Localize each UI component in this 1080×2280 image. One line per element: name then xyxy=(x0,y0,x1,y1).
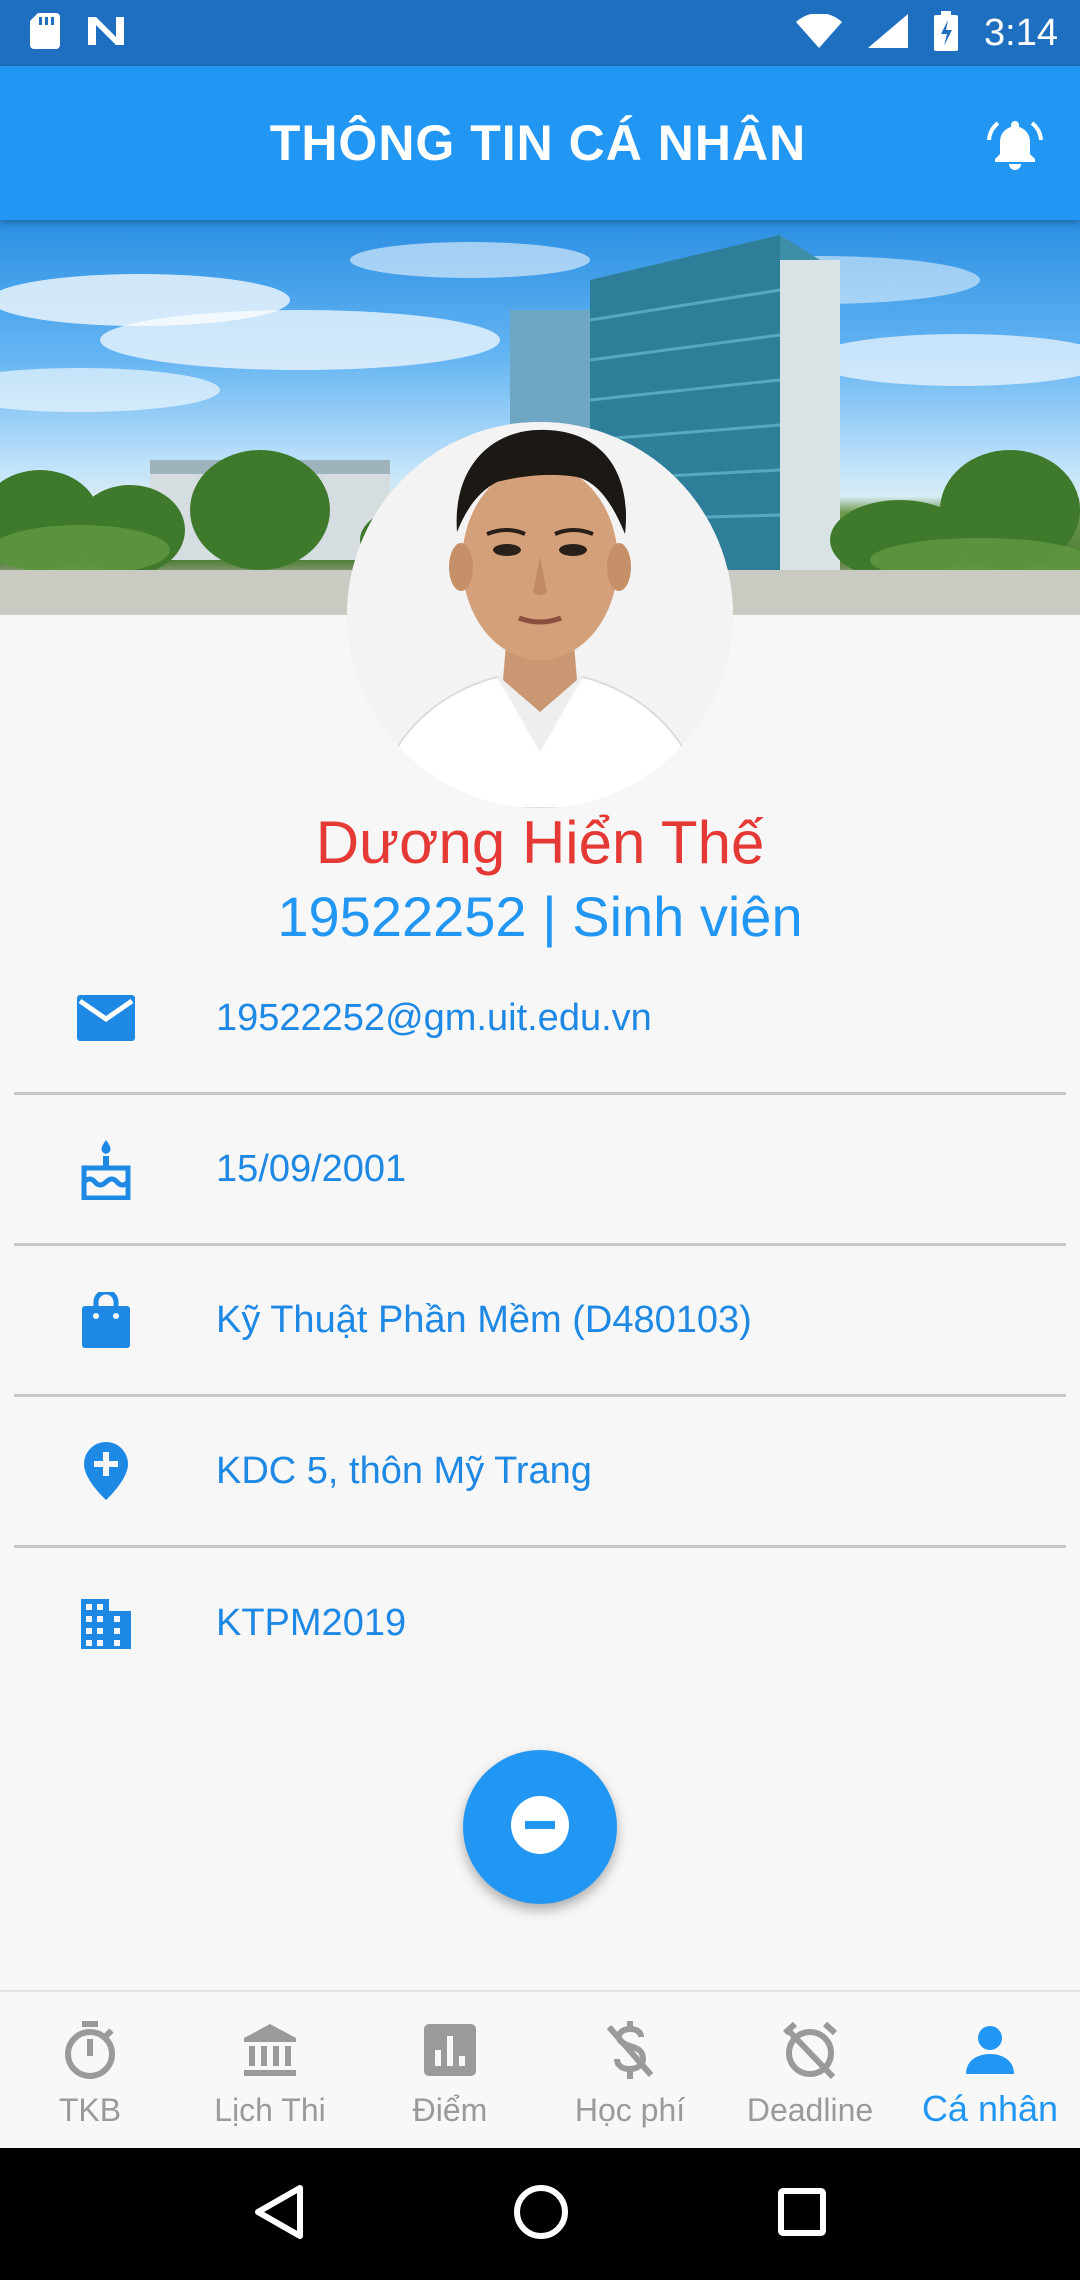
fab-button[interactable] xyxy=(463,1750,617,1904)
status-bar: 3:14 xyxy=(0,0,1080,66)
chart-icon xyxy=(424,2020,476,2080)
info-row-address: KDC 5, thôn Mỹ Trang xyxy=(14,1397,1066,1548)
student-name: Dương Hiển Thế xyxy=(315,809,765,876)
shopping-bag-icon xyxy=(0,1292,212,1348)
info-row-birthday: 15/09/2001 xyxy=(14,1095,1066,1246)
bank-icon xyxy=(242,2020,298,2080)
bell-ring-icon xyxy=(986,115,1044,176)
battery-charging-icon xyxy=(934,10,959,56)
email-icon xyxy=(0,995,212,1041)
nav-label-lich-thi: Lịch Thi xyxy=(214,2092,326,2128)
avatar[interactable] xyxy=(347,422,733,808)
major-text: Kỹ Thuật Phần Mềm (D480103) xyxy=(216,1298,752,1341)
birthday-text: 15/09/2001 xyxy=(216,1147,407,1190)
nav-item-lich-thi[interactable]: Lịch Thi xyxy=(180,1992,360,2148)
alarm-off-icon xyxy=(781,2020,839,2080)
person-icon xyxy=(966,2020,1014,2080)
system-navigation-bar xyxy=(0,2148,1080,2280)
status-time: 3:14 xyxy=(984,11,1058,54)
nav-item-tkb[interactable]: TKB xyxy=(0,1992,180,2148)
nav-label-diem: Điểm xyxy=(412,2092,488,2128)
class-text: KTPM2019 xyxy=(216,1602,407,1644)
nav-item-ca-nhan[interactable]: Cá nhân xyxy=(900,1992,1080,2148)
nav-item-deadline[interactable]: Deadline xyxy=(720,1992,900,2148)
student-id-role: 19522252 | Sinh viên xyxy=(277,885,803,948)
notification-button[interactable] xyxy=(980,110,1050,180)
recents-icon[interactable] xyxy=(777,2187,826,2241)
stopwatch-icon xyxy=(63,2020,117,2080)
back-icon[interactable] xyxy=(254,2184,304,2245)
cake-icon xyxy=(0,1138,212,1200)
info-row-major: Kỹ Thuật Phần Mềm (D480103) xyxy=(14,1246,1066,1397)
money-off-icon xyxy=(605,2020,655,2080)
app-bar: THÔNG TIN CÁ NHÂN xyxy=(0,66,1080,220)
minus-circle-icon xyxy=(510,1795,570,1860)
signal-icon xyxy=(868,13,909,53)
add-location-icon xyxy=(0,1442,212,1500)
bottom-navigation: TKB Lịch Thi Điểm Học phí Deadline Cá nh… xyxy=(0,1990,1080,2148)
address-text: KDC 5, thôn Mỹ Trang xyxy=(216,1449,592,1492)
nav-item-diem[interactable]: Điểm xyxy=(360,1992,540,2148)
nav-item-hoc-phi[interactable]: Học phí xyxy=(540,1992,720,2148)
sd-card-icon xyxy=(30,12,60,54)
nav-label-deadline: Deadline xyxy=(746,2092,874,2128)
wifi-icon xyxy=(796,12,843,53)
nav-label-hoc-phi: Học phí xyxy=(574,2092,686,2128)
email-text: 19522252@gm.uit.edu.vn xyxy=(216,996,652,1039)
info-row-email: 19522252@gm.uit.edu.vn xyxy=(14,944,1066,1095)
nav-label-tkb: TKB xyxy=(58,2092,122,2128)
nav-label-ca-nhan: Cá nhân xyxy=(921,2088,1059,2129)
info-row-class: KTPM2019 xyxy=(14,1548,1066,1699)
page-title: THÔNG TIN CÁ NHÂN xyxy=(269,115,807,171)
building-icon xyxy=(0,1598,212,1649)
n-logo-icon xyxy=(86,15,126,52)
home-icon[interactable] xyxy=(513,2184,569,2245)
